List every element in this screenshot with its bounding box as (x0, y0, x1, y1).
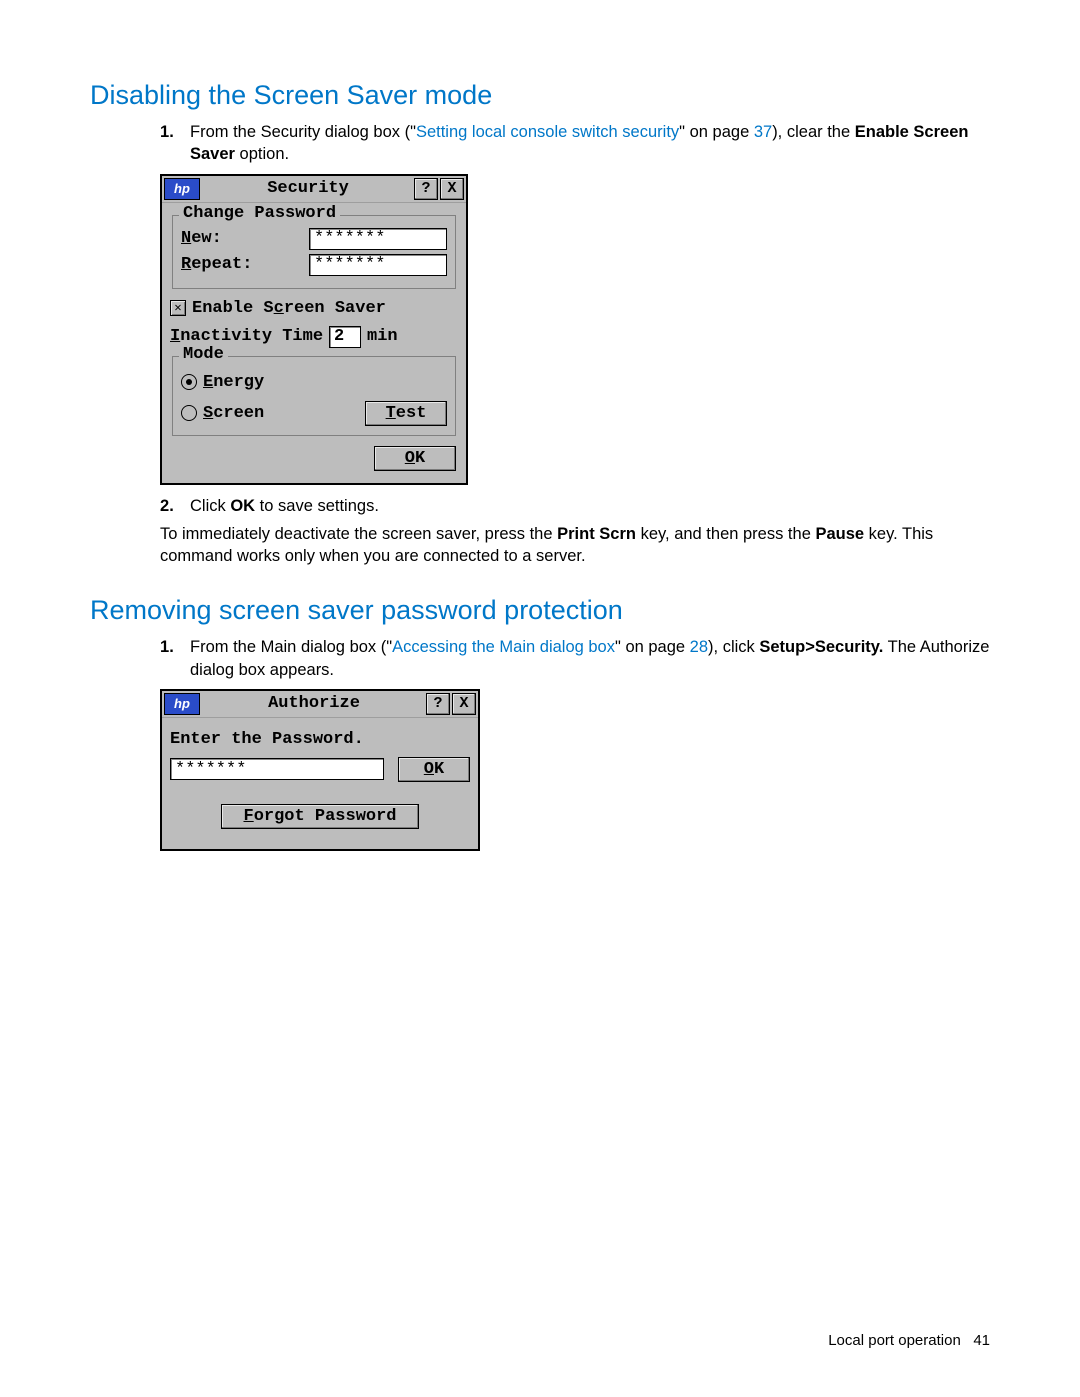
help-button[interactable]: ? (426, 693, 450, 715)
steps-section2: From the Main dialog box ("Accessing the… (90, 636, 990, 681)
steps-section1: From the Security dialog box ("Setting l… (90, 121, 990, 166)
hp-logo-icon: hp (164, 693, 200, 715)
step1-text-a: From the Security dialog box (" (190, 123, 416, 141)
page-footer: Local port operation 41 (828, 1332, 990, 1349)
footer-text: Local port operation (828, 1332, 961, 1349)
heading-disabling-ss: Disabling the Screen Saver mode (90, 80, 990, 111)
authorize-dialog: hp Authorize ? X Enter the Password. ***… (160, 689, 480, 851)
hp-logo-icon: hp (164, 178, 200, 200)
footer-page: 41 (973, 1332, 990, 1349)
mode-screen-row[interactable]: Screen (181, 404, 264, 423)
mode-group: Mode Energy Screen Test (172, 356, 456, 436)
step1-link[interactable]: Setting local console switch security (416, 123, 679, 141)
close-button[interactable]: X (440, 178, 464, 200)
authorize-password-input[interactable]: ******* (170, 758, 384, 780)
authorize-titlebar: hp Authorize ? X (162, 691, 478, 718)
s2-step1-c: ), click (708, 638, 759, 656)
new-label: New: (181, 229, 309, 248)
help-button[interactable]: ? (414, 178, 438, 200)
mode-energy-label: Energy (203, 373, 264, 392)
inactivity-unit: min (367, 327, 398, 346)
authorize-title: Authorize (202, 691, 426, 717)
inactivity-label: Inactivity Time (170, 327, 323, 346)
s2-step1-link[interactable]: Accessing the Main dialog box (392, 638, 615, 656)
enable-ss-checkbox[interactable]: ✕ (170, 300, 186, 316)
step1-text-c: ), clear the (772, 123, 855, 141)
enable-ss-row[interactable]: ✕ Enable Screen Saver (170, 299, 458, 318)
step1-text-b: " on page (679, 123, 754, 141)
security-dialog: hp Security ? X Change Password New: ***… (160, 174, 468, 485)
step2-bold: OK (230, 497, 255, 515)
repeat-password-input[interactable]: ******* (309, 254, 447, 276)
authorize-prompt: Enter the Password. (170, 730, 468, 749)
mode-legend: Mode (179, 345, 228, 364)
step2-b: to save settings. (255, 497, 379, 515)
step1-text-d: option. (235, 145, 289, 163)
heading-removing-ss-pw: Removing screen saver password protectio… (90, 595, 990, 626)
step1: From the Security dialog box ("Setting l… (190, 121, 990, 166)
new-password-input[interactable]: ******* (309, 228, 447, 250)
inactivity-input[interactable]: 2 (329, 326, 361, 348)
mode-energy-radio[interactable] (181, 374, 197, 390)
security-title: Security (202, 176, 414, 202)
authorize-ok-button[interactable]: OK (398, 757, 470, 782)
test-button[interactable]: Test (365, 401, 447, 426)
s2-step1-a: From the Main dialog box (" (190, 638, 392, 656)
change-password-legend: Change Password (179, 204, 340, 223)
step2: Click OK to save settings. (190, 495, 990, 517)
s2-step1: From the Main dialog box ("Accessing the… (190, 636, 990, 681)
s2-step1-bold: Setup>Security. (759, 638, 883, 656)
security-titlebar: hp Security ? X (162, 176, 466, 203)
after-text: To immediately deactivate the screen sav… (160, 523, 990, 568)
forgot-password-button[interactable]: Forgot Password (221, 804, 419, 829)
close-button[interactable]: X (452, 693, 476, 715)
ok-button[interactable]: OK (374, 446, 456, 471)
change-password-group: Change Password New: ******* Repeat: ***… (172, 215, 456, 289)
mode-screen-radio[interactable] (181, 405, 197, 421)
enable-ss-label: Enable Screen Saver (192, 299, 386, 318)
step2-a: Click (190, 497, 230, 515)
mode-screen-label: Screen (203, 404, 264, 423)
step1-page[interactable]: 37 (754, 123, 772, 141)
s2-step1-b: " on page (615, 638, 690, 656)
steps-section1b: Click OK to save settings. (90, 495, 990, 517)
s2-step1-page[interactable]: 28 (690, 638, 708, 656)
repeat-label: Repeat: (181, 255, 309, 274)
mode-energy-row[interactable]: Energy (181, 373, 447, 392)
